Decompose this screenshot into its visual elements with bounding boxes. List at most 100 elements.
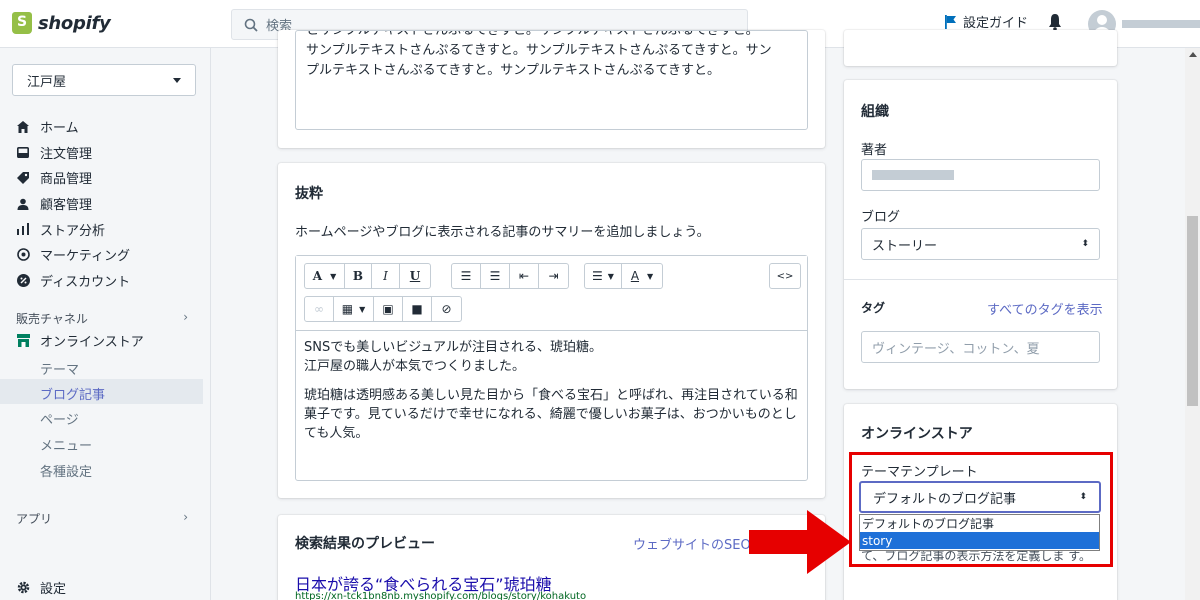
view-all-tags-link[interactable]: すべてのタグを表示	[987, 299, 1103, 318]
sidebar-subitem-themes[interactable]: テーマ	[40, 359, 79, 378]
chevron-right-icon: ›	[183, 510, 188, 524]
author-select[interactable]	[861, 159, 1100, 191]
sidebar-subitem-preferences[interactable]: 各種設定	[40, 461, 92, 480]
sidebar-item-settings[interactable]: 設定	[16, 575, 66, 600]
excerpt-content[interactable]: SNSでも美しいビジュアルが注目される、琥珀糖。 江戸屋の職人が本気でつくりまし…	[304, 338, 799, 453]
sidebar-item-online-store[interactable]: オンラインストア	[16, 328, 144, 354]
marketing-icon	[16, 248, 30, 262]
apps-label: アプリ	[16, 512, 53, 526]
body-text-editor[interactable]: とサンプルテキストさんぷるてきすと。サンプルテキストさんぷるてきすと。 サンプル…	[295, 30, 808, 130]
excerpt-paragraph: SNSでも美しいビジュアルが注目される、琥珀糖。 江戸屋の職人が本気でつくりまし…	[304, 338, 799, 376]
inbox-icon	[16, 145, 30, 159]
text-format-group: A ▼ B I U	[304, 263, 431, 289]
author-label: 著者	[861, 143, 888, 158]
sidebar-subitem-blog-posts[interactable]: ブログ記事	[40, 384, 105, 403]
seo-preview-url: https://xn-tck1bn8nb.myshopify.com/blogs…	[295, 591, 587, 600]
seo-edit-link[interactable]: ウェブサイトのSEOを	[633, 534, 764, 553]
numbered-list-icon[interactable]: ☰	[481, 264, 510, 288]
featured-image-card	[844, 30, 1117, 66]
sidebar-item-marketing[interactable]: マーケティング	[16, 242, 130, 268]
sidebar-item-label: ディスカウント	[40, 274, 131, 290]
sales-channels-label: 販売チャネル	[16, 312, 88, 326]
tags-placeholder: ヴィンテージ、コットン、夏	[872, 341, 1040, 357]
sidebar-item-label: マーケティング	[40, 249, 130, 265]
home-icon	[16, 120, 30, 134]
sidebar-item-label: 注文管理	[40, 146, 93, 162]
sidebar-item-label: ストア分析	[40, 223, 106, 239]
body-text-line: サンプルテキストさんぷるてきすと。サンプルテキストさんぷるてきすと。サン	[306, 43, 772, 58]
gear-icon	[16, 581, 30, 595]
code-view-icon[interactable]: <>	[770, 264, 800, 288]
organization-title: 組織	[861, 104, 889, 120]
excerpt-paragraph: 琥珀糖は透明感ある美しい見た目から「食べる宝石」と呼ばれ、再注目されている和菓子…	[304, 388, 798, 441]
shopify-bag-icon	[12, 12, 32, 34]
sidebar-item-label: オンラインストア	[40, 335, 144, 351]
clear-format-icon[interactable]: ⊘	[432, 297, 461, 321]
link-icon[interactable]: ∞	[305, 297, 334, 321]
sidebar-item-customers[interactable]: 顧客管理	[16, 191, 130, 217]
bold-button[interactable]: B	[345, 264, 372, 288]
sidebar-subitem-navigation[interactable]: メニュー	[40, 435, 92, 454]
scroll-thumb[interactable]	[1187, 216, 1198, 406]
flag-icon	[945, 14, 956, 29]
apps-header[interactable]: アプリ ›	[16, 510, 188, 527]
blog-select[interactable]: ストーリー ⬍	[861, 228, 1100, 260]
sidebar-item-products[interactable]: 商品管理	[16, 165, 130, 191]
sidebar-item-discounts[interactable]: ディスカウント	[16, 268, 130, 294]
outdent-icon[interactable]: ⇤	[510, 264, 539, 288]
html-group: <>	[769, 263, 801, 289]
store-selector[interactable]: 江戸屋	[12, 64, 196, 96]
sidebar-item-analytics[interactable]: ストア分析	[16, 216, 130, 242]
shopify-logo[interactable]: shopify	[12, 12, 111, 34]
sidebar-item-orders[interactable]: 注文管理	[16, 140, 130, 166]
text-style-dropdown[interactable]: A ▼	[305, 264, 345, 288]
video-icon[interactable]: ■	[403, 297, 432, 321]
indent-icon[interactable]: ⇥	[539, 264, 568, 288]
select-arrows-icon: ⬍	[1081, 239, 1089, 249]
brand-name: shopify	[38, 12, 111, 34]
sidebar-subitem-pages[interactable]: ページ	[40, 409, 79, 428]
table-dropdown[interactable]: ▦ ▼	[334, 297, 374, 321]
excerpt-line: SNSでも美しいビジュアルが注目される、琥珀糖。	[304, 340, 603, 355]
chevron-right-icon: ›	[183, 310, 188, 324]
scroll-up-icon[interactable]	[1189, 52, 1197, 57]
blog-value: ストーリー	[872, 238, 938, 254]
sidebar-item-label: 商品管理	[40, 172, 93, 188]
bullet-list-icon[interactable]: ☰	[452, 264, 481, 288]
highlight-box	[849, 452, 1113, 567]
sales-channels-header[interactable]: 販売チャネル ›	[16, 310, 188, 327]
setup-guide-button[interactable]: 設定ガイド	[945, 12, 1028, 31]
tags-input[interactable]: ヴィンテージ、コットン、夏	[861, 331, 1100, 363]
editor-toolbar: A ▼ B I U ☰ ☰ ⇤ ⇥ ☰ ▼ A ▼ <> ∞ ▦ ▼ ▣ ■ ⊘	[296, 256, 807, 331]
align-dropdown[interactable]: ☰ ▼	[585, 264, 622, 288]
insert-group: ∞ ▦ ▼ ▣ ■ ⊘	[304, 296, 462, 322]
text-color-dropdown[interactable]: A ▼	[622, 264, 662, 288]
online-store-title: オンラインストア	[861, 426, 973, 442]
store-icon	[16, 334, 30, 348]
red-arrow-annotation	[749, 510, 851, 574]
caret-down-icon	[173, 77, 181, 83]
analytics-icon	[16, 222, 30, 236]
excerpt-editor[interactable]: A ▼ B I U ☰ ☰ ⇤ ⇥ ☰ ▼ A ▼ <> ∞ ▦ ▼ ▣ ■ ⊘ SNS…	[295, 255, 808, 481]
body-text-line: とサンプルテキストさんぷるてきすと。サンプルテキストさんぷるてきすと。	[306, 30, 759, 38]
underline-button[interactable]: U	[400, 264, 430, 288]
sidebar-item-label: 顧客管理	[40, 198, 93, 214]
sidebar-item-label: 設定	[40, 582, 67, 598]
image-icon[interactable]: ▣	[374, 297, 403, 321]
tag-icon	[16, 171, 30, 185]
user-name-redacted[interactable]	[1122, 20, 1200, 28]
sidebar-item-home[interactable]: ホーム	[16, 114, 130, 140]
page-scrollbar[interactable]	[1185, 48, 1200, 600]
list-group: ☰ ☰ ⇤ ⇥	[451, 263, 569, 289]
author-redacted	[872, 170, 954, 180]
discount-icon	[16, 273, 30, 287]
sidebar: 江戸屋 ホーム 注文管理 商品管理 顧客管理 ストア分析 マーケティング ディス…	[0, 48, 211, 600]
divider	[844, 279, 1117, 280]
excerpt-line: 江戸屋の職人が本気でつくりました。	[304, 359, 526, 374]
tags-label: タグ	[861, 301, 886, 315]
bell-icon[interactable]	[1048, 13, 1062, 31]
italic-button[interactable]: I	[372, 264, 400, 288]
align-color-group: ☰ ▼ A ▼	[584, 263, 663, 289]
setup-guide-label: 設定ガイド	[963, 16, 1029, 31]
body-text-line: プルテキストさんぷるてきすと。サンプルテキストさんぷるてきすと。	[306, 63, 721, 78]
